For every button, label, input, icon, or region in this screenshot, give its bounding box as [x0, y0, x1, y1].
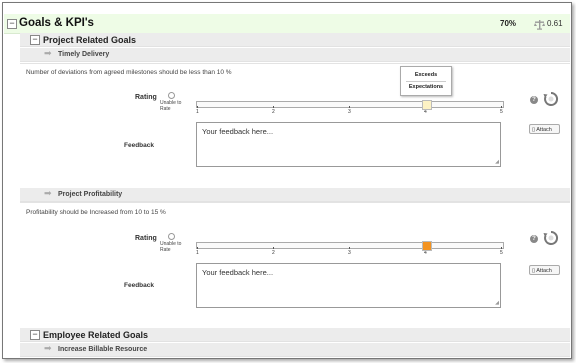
goals-score: 0.61	[547, 19, 563, 28]
attach-label: Attach	[536, 268, 552, 274]
project-goals-collapse-toggle[interactable]: −	[30, 35, 40, 45]
feedback-placeholder: Your feedback here...	[202, 268, 274, 277]
slider-tick	[349, 106, 350, 108]
slider-tick-label: 5	[500, 109, 503, 115]
feedback-textarea[interactable]: Your feedback here... ◢	[196, 263, 501, 308]
rating-slider-track[interactable]	[196, 101, 504, 108]
tooltip-line-2: Expectations	[408, 84, 444, 90]
slider-tick	[197, 106, 198, 108]
rating-slider-thumb[interactable]	[422, 241, 432, 251]
paperclip-icon: ▯	[532, 268, 536, 274]
slider-tick	[501, 247, 502, 249]
arrow-right-icon: ➡	[44, 188, 52, 198]
rating-label: Rating	[135, 94, 157, 101]
attach-button[interactable]: ▯ Attach	[529, 124, 560, 134]
reset-rating-icon[interactable]	[543, 230, 559, 245]
slider-tick-label: 1	[196, 109, 199, 115]
slider-tick	[197, 247, 198, 249]
slider-tick-label: 2	[272, 109, 275, 115]
kpi-title[interactable]: Timely Delivery	[58, 51, 109, 58]
unable-to-rate-label: Unable to Rate	[160, 241, 182, 253]
unable-to-rate-radio[interactable]	[168, 92, 175, 99]
arrow-right-icon: ➡	[44, 343, 52, 353]
resize-grip-icon[interactable]: ◢	[495, 300, 499, 306]
kpi-title[interactable]: Increase Billable Resource	[58, 346, 147, 353]
resize-grip-icon[interactable]: ◢	[495, 159, 499, 165]
paperclip-icon: ▯	[532, 127, 536, 133]
rating-label: Rating	[135, 235, 157, 242]
unable-to-rate-label: Unable to Rate	[160, 100, 182, 112]
attach-label: Attach	[536, 127, 552, 133]
feedback-label: Feedback	[124, 282, 154, 289]
attach-button[interactable]: ▯ Attach	[529, 265, 560, 275]
goals-collapse-toggle[interactable]: −	[7, 19, 17, 29]
rating-slider-track[interactable]	[196, 242, 504, 249]
slider-tick-label: 5	[500, 250, 503, 256]
slider-tick-label: 2	[272, 250, 275, 256]
help-icon[interactable]: ?	[530, 235, 538, 243]
slider-tick-label: 3	[348, 250, 351, 256]
divider	[20, 202, 570, 203]
arrow-right-icon: ➡	[44, 48, 52, 58]
slider-tick	[349, 247, 350, 249]
goals-percent: 70%	[500, 19, 517, 28]
appraisal-form: − Goals & KPI's 70% 0.61 − Project Relat…	[2, 2, 572, 359]
slider-tick	[501, 106, 502, 108]
goals-title: Goals & KPI's	[19, 17, 94, 29]
unable-to-rate-radio[interactable]	[168, 233, 175, 240]
divider	[20, 63, 570, 64]
tooltip-divider	[406, 81, 446, 82]
rating-slider-thumb[interactable]	[422, 100, 432, 110]
kpi-description: Profitability should be Increased from 1…	[26, 209, 166, 216]
kpi-title[interactable]: Project Profitability	[58, 191, 122, 198]
slider-tick-label: 3	[348, 109, 351, 115]
feedback-textarea[interactable]: Your feedback here... ◢	[196, 122, 501, 167]
help-icon[interactable]: ?	[530, 96, 538, 104]
tooltip-line-1: Exceeds	[414, 72, 438, 78]
rating-tooltip: Exceeds Expectations	[400, 66, 452, 96]
feedback-placeholder: Your feedback here...	[202, 127, 274, 136]
employee-goals-title: Employee Related Goals	[43, 330, 149, 340]
employee-goals-collapse-toggle[interactable]: −	[30, 330, 40, 340]
reset-rating-icon[interactable]	[543, 91, 559, 106]
feedback-label: Feedback	[124, 142, 154, 149]
kpi-description: Number of deviations from agreed milesto…	[26, 69, 232, 76]
slider-tick-label: 1	[196, 250, 199, 256]
slider-tick	[273, 247, 274, 249]
project-goals-title: Project Related Goals	[43, 35, 137, 45]
slider-tick	[273, 106, 274, 108]
